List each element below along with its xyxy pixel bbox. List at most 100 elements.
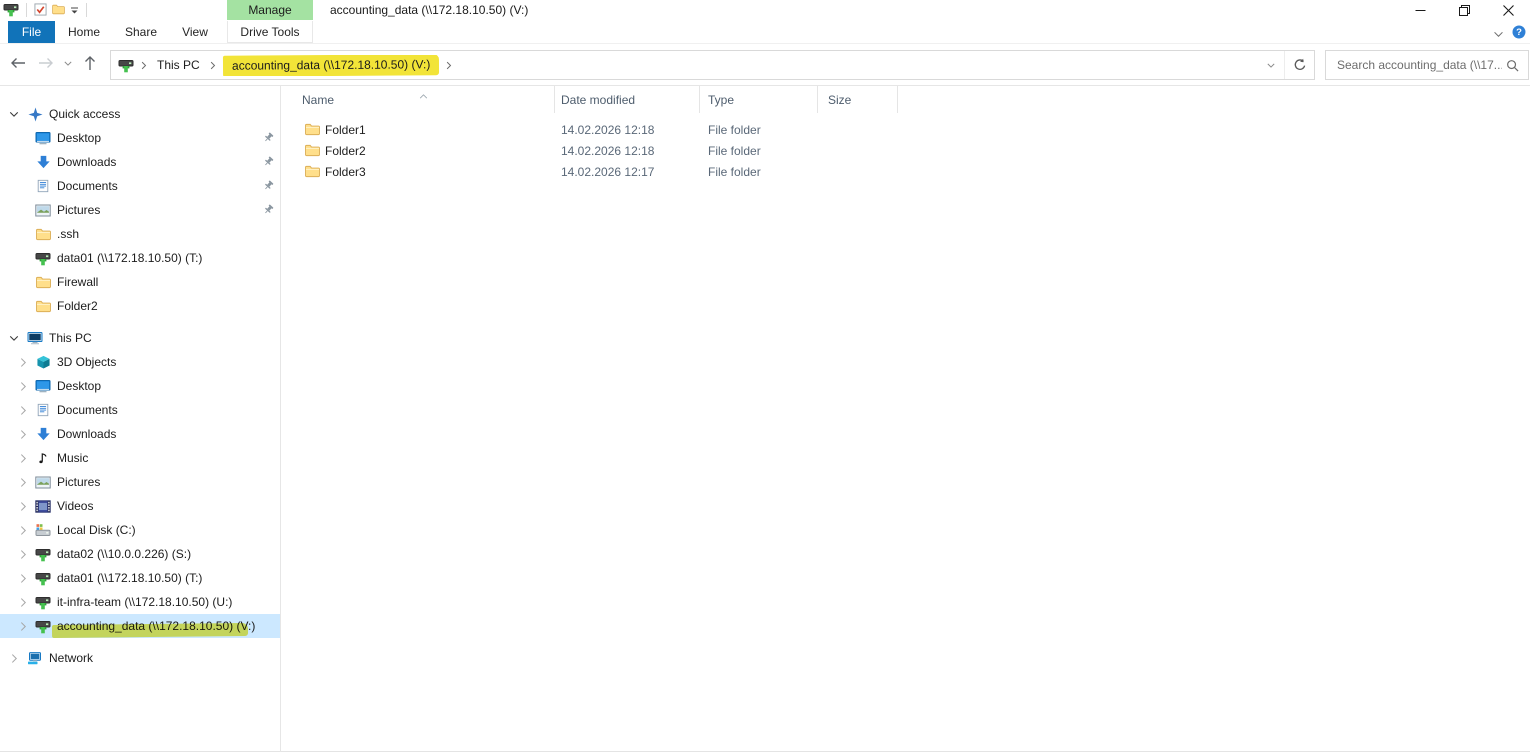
sidebar-item-accounting-data-172-18-10-50-v[interactable]: accounting_data (\\172.18.10.50) (V:): [0, 614, 280, 639]
chevron-right-icon[interactable]: [13, 477, 33, 488]
main-content: Quick access Desktop Downloads Documents Pic…: [0, 86, 1530, 752]
address-dropdown-icon[interactable]: [1258, 51, 1284, 79]
expand-ribbon-chevron-icon[interactable]: [1493, 27, 1504, 41]
contextual-tab-manage[interactable]: Manage: [227, 0, 313, 20]
chevron-right-icon[interactable]: [13, 429, 33, 440]
sidebar-item-label: Pictures: [57, 203, 101, 217]
tab-home[interactable]: Home: [58, 21, 110, 43]
pictures-icon: [33, 204, 53, 217]
chevron-right-icon[interactable]: [13, 597, 33, 608]
sidebar-item-label: Music: [57, 451, 89, 465]
qat-properties-button[interactable]: [34, 3, 47, 16]
sidebar-item-3d-objects[interactable]: 3D Objects: [0, 350, 280, 374]
chevron-right-icon[interactable]: [13, 549, 33, 560]
network-drive-icon: [33, 547, 53, 562]
column-header-type[interactable]: Type: [700, 86, 818, 113]
sidebar-item-local-disk-c[interactable]: Local Disk (C:): [0, 518, 280, 542]
sidebar-item-it-infra-team-172-18-10-50-u[interactable]: it-infra-team (\\172.18.10.50) (U:): [0, 590, 280, 614]
sidebar-item-network[interactable]: Network: [0, 646, 280, 670]
breadcrumb-drive-icon[interactable]: [118, 58, 134, 73]
folder-icon: [305, 165, 320, 178]
search-box[interactable]: [1325, 50, 1529, 80]
sidebar-item-data02-10-0-0-226-s[interactable]: data02 (\\10.0.0.226) (S:): [0, 542, 280, 566]
chevron-right-icon[interactable]: [13, 573, 33, 584]
chevron-right-icon[interactable]: [13, 405, 33, 416]
sidebar-item-label: it-infra-team (\\172.18.10.50) (U:): [57, 595, 233, 609]
recent-locations-dropdown-icon[interactable]: [64, 61, 72, 66]
sidebar-item-label: Pictures: [57, 475, 101, 489]
sidebar-item-ssh[interactable]: .ssh: [0, 222, 280, 246]
sidebar-item-data01-172-18-10-50-t[interactable]: data01 (\\172.18.10.50) (T:): [0, 566, 280, 590]
file-row-folder3[interactable]: Folder3 14.02.2026 12:17 File folder: [281, 161, 1530, 182]
downloads-icon: [33, 155, 53, 169]
sidebar-item-label: Desktop: [57, 131, 102, 145]
qat-separator: [26, 2, 27, 17]
sidebar-item-data01-172-18-10-50-t[interactable]: data01 (\\172.18.10.50) (T:): [0, 246, 280, 270]
column-header-date-modified[interactable]: Date modified: [555, 86, 700, 113]
sidebar-item-documents[interactable]: Documents: [0, 174, 280, 198]
qat-new-folder-button[interactable]: [52, 4, 65, 15]
file-row-folder1[interactable]: Folder1 14.02.2026 12:18 File folder: [281, 119, 1530, 140]
search-input[interactable]: [1326, 58, 1506, 72]
tab-file[interactable]: File: [8, 21, 55, 43]
network-drive-icon: [33, 251, 53, 266]
chevron-right-icon[interactable]: [13, 501, 33, 512]
chevron-right-icon[interactable]: [3, 653, 25, 664]
chevron-right-icon[interactable]: [13, 621, 33, 632]
file-name-cell: Folder2: [281, 144, 555, 158]
sidebar-item-videos[interactable]: Videos: [0, 494, 280, 518]
ribbon-right-controls: ?: [1493, 25, 1526, 42]
column-header-name[interactable]: Name: [281, 86, 555, 113]
sidebar-item-music[interactable]: Music: [0, 446, 280, 470]
sidebar-item-quick-access[interactable]: Quick access: [0, 102, 280, 126]
tab-drive-tools[interactable]: Drive Tools: [227, 21, 313, 43]
ribbon-tab-row: File Home Share View Drive Tools ?: [0, 21, 1530, 44]
sidebar-item-pictures[interactable]: Pictures: [0, 198, 280, 222]
sidebar-item-desktop[interactable]: Desktop: [0, 374, 280, 398]
column-header-size[interactable]: Size: [818, 86, 898, 113]
chevron-down-icon[interactable]: [3, 335, 25, 342]
refresh-icon[interactable]: [1284, 51, 1314, 79]
sidebar-item-documents[interactable]: Documents: [0, 398, 280, 422]
chevron-right-icon[interactable]: [13, 453, 33, 464]
sidebar-item-label: This PC: [49, 331, 92, 345]
sidebar-item-pictures[interactable]: Pictures: [0, 470, 280, 494]
sidebar-item-label: Network: [49, 651, 94, 665]
forward-button: [38, 57, 54, 69]
sidebar-item-label: Downloads: [57, 427, 117, 441]
breadcrumb-chevron-icon[interactable]: [141, 61, 147, 70]
type-cell: File folder: [708, 122, 761, 137]
type-cell: File folder: [708, 143, 761, 158]
chevron-down-icon[interactable]: [3, 111, 25, 118]
breadcrumb-item-this-pc[interactable]: This PC: [154, 56, 203, 74]
address-bar[interactable]: This PC accounting_data (\\172.18.10.50) …: [110, 50, 1315, 80]
file-name-cell: Folder1: [281, 123, 555, 137]
chevron-right-icon[interactable]: [13, 381, 33, 392]
sidebar-item-downloads[interactable]: Downloads: [0, 422, 280, 446]
up-button[interactable]: [84, 55, 96, 71]
file-row-folder2[interactable]: Folder2 14.02.2026 12:18 File folder: [281, 140, 1530, 161]
documents-icon: [33, 179, 53, 193]
tab-view[interactable]: View: [172, 21, 218, 43]
sidebar-item-firewall[interactable]: Firewall: [0, 270, 280, 294]
chevron-right-icon[interactable]: [13, 525, 33, 536]
minimize-button[interactable]: [1398, 0, 1442, 20]
chevron-right-icon[interactable]: [13, 357, 33, 368]
back-button[interactable]: [10, 57, 26, 69]
downloads-icon: [33, 427, 53, 441]
restore-button[interactable]: [1442, 0, 1486, 20]
tab-share[interactable]: Share: [116, 21, 166, 43]
explorer-window: Manage accounting_data (\\172.18.10.50) …: [0, 0, 1530, 752]
help-icon[interactable]: ?: [1512, 25, 1526, 42]
sidebar-item-folder2[interactable]: Folder2: [0, 294, 280, 318]
close-button[interactable]: [1486, 0, 1530, 20]
sidebar-item-this-pc[interactable]: This PC: [0, 326, 280, 350]
sidebar-item-desktop[interactable]: Desktop: [0, 126, 280, 150]
qat-customize-dropdown-icon[interactable]: [70, 6, 79, 14]
breadcrumb-chevron-icon[interactable]: [210, 61, 216, 70]
sidebar-item-downloads[interactable]: Downloads: [0, 150, 280, 174]
breadcrumb-chevron-icon[interactable]: [446, 61, 452, 70]
breadcrumb-item-accounting-data-172-18-10-50-v[interactable]: accounting_data (\\172.18.10.50) (V:): [222, 54, 440, 76]
date-modified-cell: 14.02.2026 12:17: [561, 164, 655, 179]
pictures-icon: [33, 476, 53, 489]
